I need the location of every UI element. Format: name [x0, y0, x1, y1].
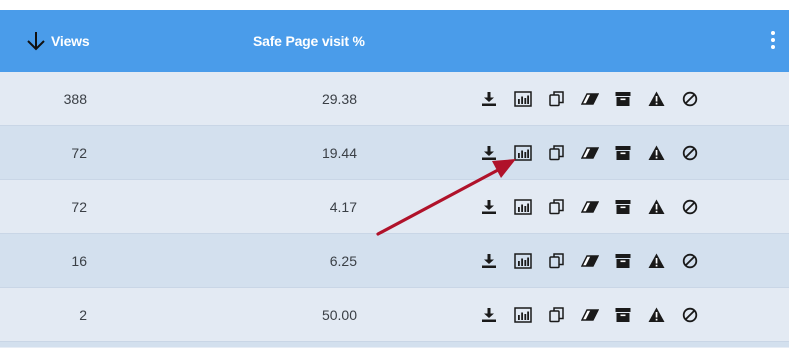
- download-icon[interactable]: [479, 143, 499, 163]
- table-body: 388 29.38 72 19.44 72 4.17 16 6.25 2 50.00: [0, 72, 789, 347]
- copy-icon[interactable]: [546, 143, 566, 163]
- bar-chart-icon[interactable]: [513, 251, 533, 271]
- row-actions: [479, 126, 714, 179]
- views-cell: 388: [63, 90, 87, 107]
- bar-chart-icon[interactable]: [513, 143, 533, 163]
- eraser-icon[interactable]: [580, 89, 600, 109]
- safe-page-header-label: Safe Page visit %: [253, 33, 365, 49]
- table-row: 2 50.00: [0, 288, 789, 342]
- copy-icon[interactable]: [546, 89, 566, 109]
- safe-page-pct-cell: 4.17: [329, 198, 357, 215]
- table-row: [0, 342, 789, 347]
- archive-icon[interactable]: [613, 251, 633, 271]
- table-header: Views Safe Page visit %: [0, 10, 789, 72]
- warning-icon[interactable]: [647, 305, 667, 325]
- warning-icon[interactable]: [647, 251, 667, 271]
- views-cell: 72: [71, 198, 87, 215]
- eraser-icon[interactable]: [580, 143, 600, 163]
- safe-page-column-header[interactable]: Safe Page visit %: [253, 10, 365, 72]
- block-icon[interactable]: [680, 305, 700, 325]
- table-row: 16 6.25: [0, 234, 789, 288]
- stats-table: Views Safe Page visit % 388 29.38 72 19.44 7…: [0, 10, 789, 348]
- safe-page-pct-cell: 29.38: [321, 90, 357, 107]
- views-cell: 16: [71, 252, 87, 269]
- block-icon[interactable]: [680, 89, 700, 109]
- row-actions: [479, 288, 714, 341]
- table-row: 388 29.38: [0, 72, 789, 126]
- block-icon[interactable]: [680, 251, 700, 271]
- warning-icon[interactable]: [647, 89, 667, 109]
- safe-page-pct-cell: 6.25: [329, 252, 357, 269]
- download-icon[interactable]: [479, 197, 499, 217]
- bar-chart-icon[interactable]: [513, 197, 533, 217]
- views-column-header[interactable]: Views: [26, 10, 90, 72]
- row-actions: [479, 234, 714, 287]
- bar-chart-icon[interactable]: [513, 89, 533, 109]
- warning-icon[interactable]: [647, 197, 667, 217]
- views-header-label: Views: [51, 33, 90, 49]
- archive-icon[interactable]: [613, 89, 633, 109]
- kebab-menu-icon[interactable]: [770, 31, 776, 49]
- table-row: 72 19.44: [0, 126, 789, 180]
- archive-icon[interactable]: [613, 143, 633, 163]
- archive-icon[interactable]: [613, 305, 633, 325]
- bar-chart-icon[interactable]: [513, 305, 533, 325]
- eraser-icon[interactable]: [580, 251, 600, 271]
- views-cell: 72: [71, 144, 87, 161]
- safe-page-pct-cell: 19.44: [321, 144, 357, 161]
- table-row: 72 4.17: [0, 180, 789, 234]
- screenshot-frame: Views Safe Page visit % 388 29.38 72 19.44 7…: [0, 0, 795, 348]
- safe-page-pct-cell: 50.00: [321, 306, 357, 323]
- block-icon[interactable]: [680, 143, 700, 163]
- arrow-down-icon: [27, 32, 45, 51]
- row-actions: [479, 72, 714, 125]
- archive-icon[interactable]: [613, 197, 633, 217]
- block-icon[interactable]: [680, 197, 700, 217]
- views-cell: 2: [79, 306, 87, 323]
- warning-icon[interactable]: [647, 143, 667, 163]
- row-actions: [479, 180, 714, 233]
- copy-icon[interactable]: [546, 197, 566, 217]
- eraser-icon[interactable]: [580, 197, 600, 217]
- download-icon[interactable]: [479, 305, 499, 325]
- download-icon[interactable]: [479, 251, 499, 271]
- download-icon[interactable]: [479, 89, 499, 109]
- copy-icon[interactable]: [546, 251, 566, 271]
- copy-icon[interactable]: [546, 305, 566, 325]
- eraser-icon[interactable]: [580, 305, 600, 325]
